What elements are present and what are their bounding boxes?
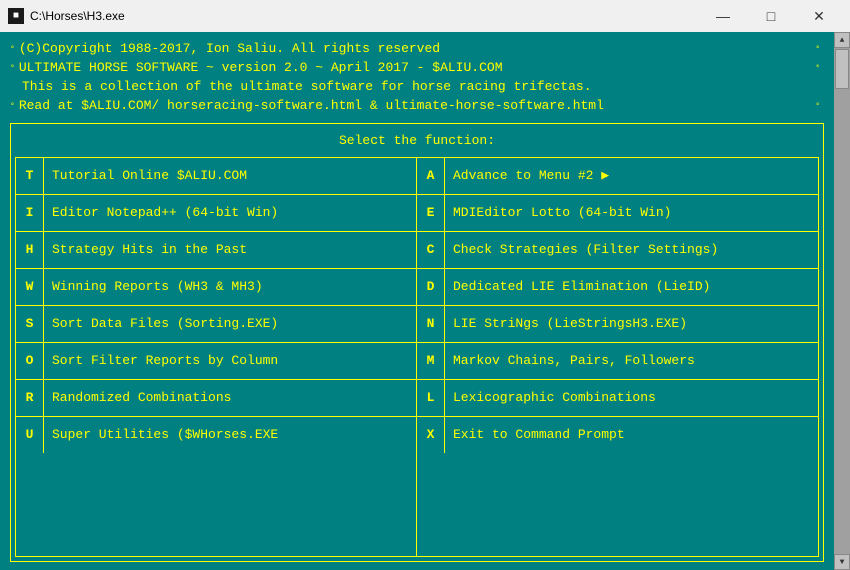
menu-label-right-a: Advance to Menu #2 ▶ bbox=[445, 164, 617, 189]
bullet-1: ° bbox=[10, 44, 15, 56]
menu-label-w: Winning Reports (WH3 & MH3) bbox=[44, 275, 271, 300]
menu-key-right-a: A bbox=[417, 158, 445, 194]
bullet-4r: ° bbox=[815, 101, 820, 113]
bullet-2r: ° bbox=[815, 63, 820, 75]
menu-label-t: Tutorial Online $ALIU.COM bbox=[44, 164, 255, 189]
app-icon: ■ bbox=[8, 8, 24, 24]
menu-label-right-e: MDIEditor Lotto (64-bit Win) bbox=[445, 201, 679, 226]
header-line-2: ° ULTIMATE HORSE SOFTWARE ~ version 2.0 … bbox=[10, 59, 824, 78]
menu-label-r: Randomized Combinations bbox=[44, 386, 239, 411]
menu-label-right-n: LIE StriNgs (LieStringsH3.EXE) bbox=[445, 312, 695, 337]
menu-row-right-a[interactable]: AAdvance to Menu #2 ▶ bbox=[417, 158, 818, 195]
menu-row-left-r[interactable]: RRandomized Combinations bbox=[16, 380, 416, 417]
menu-key-right-e: E bbox=[417, 195, 445, 231]
bullet-1r: ° bbox=[815, 44, 820, 56]
menu-title: Select the function: bbox=[15, 128, 819, 157]
window-title: C:\Horses\H3.exe bbox=[30, 9, 694, 23]
header-text-3: This is a collection of the ultimate sof… bbox=[10, 78, 592, 97]
menu-key-s: S bbox=[16, 306, 44, 342]
scroll-thumb[interactable] bbox=[835, 49, 849, 89]
menu-key-w: W bbox=[16, 269, 44, 305]
menu-row-right-l[interactable]: LLexicographic Combinations bbox=[417, 380, 818, 417]
main-menu-box: Select the function: TTutorial Online $A… bbox=[10, 123, 824, 562]
menu-key-t: T bbox=[16, 158, 44, 194]
scrollbar[interactable]: ▲ ▼ bbox=[834, 32, 850, 570]
menu-label-right-l: Lexicographic Combinations bbox=[445, 386, 664, 411]
menu-grid: TTutorial Online $ALIU.COMIEditor Notepa… bbox=[15, 157, 819, 557]
menu-right-column: AAdvance to Menu #2 ▶EMDIEditor Lotto (6… bbox=[417, 158, 818, 556]
menu-label-right-m: Markov Chains, Pairs, Followers bbox=[445, 349, 703, 374]
menu-row-left-t[interactable]: TTutorial Online $ALIU.COM bbox=[16, 158, 416, 195]
menu-row-right-m[interactable]: MMarkov Chains, Pairs, Followers bbox=[417, 343, 818, 380]
menu-key-i: I bbox=[16, 195, 44, 231]
close-button[interactable]: ✕ bbox=[796, 0, 842, 32]
menu-row-left-h[interactable]: HStrategy Hits in the Past bbox=[16, 232, 416, 269]
menu-label-u: Super Utilities ($WHorses.EXE bbox=[44, 423, 286, 448]
menu-label-h: Strategy Hits in the Past bbox=[44, 238, 255, 263]
terminal-window: ° (C)Copyright 1988-2017, Ion Saliu. All… bbox=[0, 32, 850, 570]
header-line-3: This is a collection of the ultimate sof… bbox=[10, 78, 824, 97]
menu-row-left-s[interactable]: SSort Data Files (Sorting.EXE) bbox=[16, 306, 416, 343]
menu-label-right-d: Dedicated LIE Elimination (LieID) bbox=[445, 275, 718, 300]
menu-key-r: R bbox=[16, 380, 44, 416]
menu-row-right-e[interactable]: EMDIEditor Lotto (64-bit Win) bbox=[417, 195, 818, 232]
menu-row-right-n[interactable]: NLIE StriNgs (LieStringsH3.EXE) bbox=[417, 306, 818, 343]
header-line-1: ° (C)Copyright 1988-2017, Ion Saliu. All… bbox=[10, 40, 824, 59]
header-text-1: (C)Copyright 1988-2017, Ion Saliu. All r… bbox=[19, 40, 440, 59]
menu-key-right-m: M bbox=[417, 343, 445, 379]
minimize-button[interactable]: — bbox=[700, 0, 746, 32]
scroll-track bbox=[834, 48, 850, 554]
menu-row-left-i[interactable]: IEditor Notepad++ (64-bit Win) bbox=[16, 195, 416, 232]
header-section: ° (C)Copyright 1988-2017, Ion Saliu. All… bbox=[10, 40, 824, 115]
menu-key-right-c: C bbox=[417, 232, 445, 268]
menu-key-right-x: X bbox=[417, 417, 445, 453]
title-bar: ■ C:\Horses\H3.exe — □ ✕ bbox=[0, 0, 850, 32]
maximize-button[interactable]: □ bbox=[748, 0, 794, 32]
menu-row-right-x[interactable]: XExit to Command Prompt bbox=[417, 417, 818, 453]
menu-key-right-l: L bbox=[417, 380, 445, 416]
menu-label-right-c: Check Strategies (Filter Settings) bbox=[445, 238, 726, 263]
menu-key-h: H bbox=[16, 232, 44, 268]
scroll-up-button[interactable]: ▲ bbox=[834, 32, 850, 48]
menu-key-right-n: N bbox=[417, 306, 445, 342]
menu-row-right-d[interactable]: DDedicated LIE Elimination (LieID) bbox=[417, 269, 818, 306]
menu-label-o: Sort Filter Reports by Column bbox=[44, 349, 286, 374]
bullet-2: ° bbox=[10, 63, 15, 75]
bullet-4: ° bbox=[10, 101, 15, 113]
menu-row-left-u[interactable]: USuper Utilities ($WHorses.EXE bbox=[16, 417, 416, 453]
terminal-content: ° (C)Copyright 1988-2017, Ion Saliu. All… bbox=[0, 32, 834, 570]
menu-label-s: Sort Data Files (Sorting.EXE) bbox=[44, 312, 286, 337]
menu-row-right-c[interactable]: CCheck Strategies (Filter Settings) bbox=[417, 232, 818, 269]
menu-key-o: O bbox=[16, 343, 44, 379]
window-controls: — □ ✕ bbox=[700, 0, 842, 32]
header-line-4: ° Read at $ALIU.COM/ horseracing-softwar… bbox=[10, 97, 824, 116]
header-text-2: ULTIMATE HORSE SOFTWARE ~ version 2.0 ~ … bbox=[19, 59, 503, 78]
menu-row-left-o[interactable]: OSort Filter Reports by Column bbox=[16, 343, 416, 380]
menu-row-left-w[interactable]: WWinning Reports (WH3 & MH3) bbox=[16, 269, 416, 306]
menu-key-right-d: D bbox=[417, 269, 445, 305]
menu-key-u: U bbox=[16, 417, 44, 453]
menu-label-right-x: Exit to Command Prompt bbox=[445, 423, 633, 448]
scroll-down-button[interactable]: ▼ bbox=[834, 554, 850, 570]
menu-label-i: Editor Notepad++ (64-bit Win) bbox=[44, 201, 286, 226]
header-text-4: Read at $ALIU.COM/ horseracing-software.… bbox=[19, 97, 604, 116]
menu-left-column: TTutorial Online $ALIU.COMIEditor Notepa… bbox=[16, 158, 417, 556]
